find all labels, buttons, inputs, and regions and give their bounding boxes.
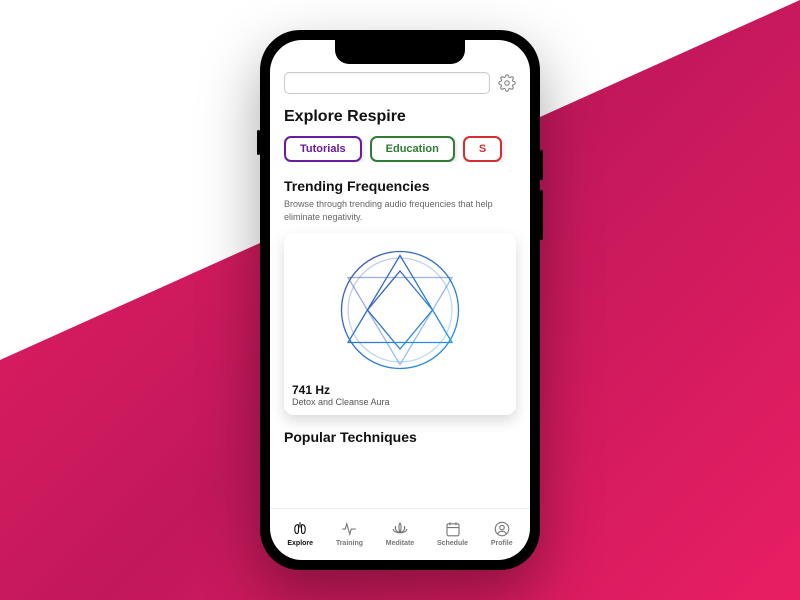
notch — [335, 40, 465, 64]
screen: Explore Respire Tutorials Education S Tr… — [270, 40, 530, 560]
lungs-icon — [290, 520, 310, 538]
phone-frame: Explore Respire Tutorials Education S Tr… — [260, 30, 540, 570]
chip-more[interactable]: S — [463, 136, 502, 162]
nav-schedule[interactable]: Schedule — [437, 520, 468, 547]
chip-education[interactable]: Education — [370, 136, 455, 162]
profile-icon — [492, 520, 512, 538]
frequency-card[interactable]: 741 Hz Detox and Cleanse Aura — [284, 233, 516, 415]
sacred-geometry-icon — [335, 245, 465, 375]
bottom-nav: Explore Training Meditate Schedule Profi… — [270, 508, 530, 560]
frequency-subtitle: Detox and Cleanse Aura — [292, 397, 508, 407]
search-input[interactable] — [284, 72, 490, 94]
nav-meditate[interactable]: Meditate — [386, 520, 414, 547]
frequency-hz: 741 Hz — [292, 383, 508, 397]
chip-tutorials[interactable]: Tutorials — [284, 136, 362, 162]
trending-desc: Browse through trending audio frequencie… — [284, 198, 516, 223]
pulse-icon — [339, 520, 359, 538]
nav-profile[interactable]: Profile — [491, 520, 513, 547]
nav-explore[interactable]: Explore — [287, 520, 313, 547]
gear-icon[interactable] — [498, 74, 516, 92]
page-title: Explore Respire — [284, 108, 516, 126]
lotus-icon — [390, 520, 410, 538]
calendar-icon — [443, 520, 463, 538]
category-chips: Tutorials Education S — [284, 136, 516, 162]
trending-title: Trending Frequencies — [284, 178, 516, 194]
popular-title: Popular Techniques — [284, 429, 516, 445]
nav-training[interactable]: Training — [336, 520, 363, 547]
